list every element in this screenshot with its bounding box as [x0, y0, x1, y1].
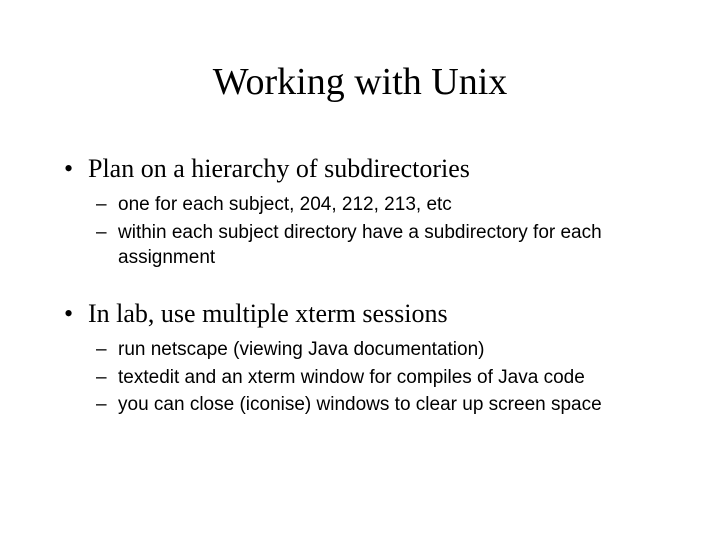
sub-list: one for each subject, 204, 212, 213, etc… — [60, 192, 660, 271]
sub-item: within each subject directory have a sub… — [60, 220, 660, 271]
bullet-item: In lab, use multiple xterm sessions — [60, 299, 660, 329]
bullet-item: Plan on a hierarchy of subdirectories — [60, 154, 660, 184]
bullet-list: Plan on a hierarchy of subdirectories on… — [60, 154, 660, 418]
sub-list: run netscape (viewing Java documentation… — [60, 337, 660, 418]
sub-item: textedit and an xterm window for compile… — [60, 365, 660, 391]
slide-title: Working with Unix — [60, 60, 660, 104]
sub-item: one for each subject, 204, 212, 213, etc — [60, 192, 660, 218]
sub-item: you can close (iconise) windows to clear… — [60, 392, 660, 418]
sub-item: run netscape (viewing Java documentation… — [60, 337, 660, 363]
